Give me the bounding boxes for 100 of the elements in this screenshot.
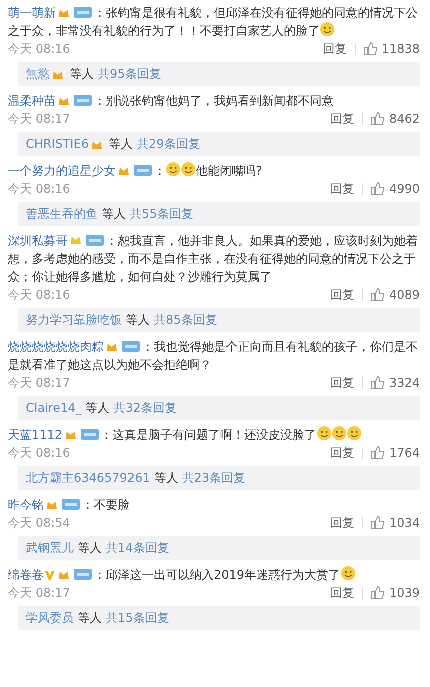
comment-text: 天蓝1112 ：这真是脑子有问题了啊！还没皮没脸了 <box>8 426 420 444</box>
reply-username[interactable]: Claire14_ <box>26 396 82 420</box>
username-link[interactable]: 萌一萌新 <box>8 6 56 20</box>
fan-badge-icon <box>80 429 99 440</box>
vip-icon <box>58 7 70 18</box>
smiley-icon <box>340 566 356 581</box>
comment-text: 昨今铭 ：不要脸 <box>8 497 131 514</box>
verified-icon <box>45 570 55 580</box>
reply-summary-text: 等人 <box>78 540 102 557</box>
thumbs-up-icon[interactable] <box>371 516 386 530</box>
smiley-icon <box>346 426 362 441</box>
reply-thread-bar[interactable]: 北方霸主6346579261 等人 共23条回复 <box>18 466 420 490</box>
like-count: 3324 <box>389 375 420 392</box>
like-count: 4990 <box>389 181 420 198</box>
like-count: 4089 <box>389 287 420 304</box>
comment-text: 温柔种苗 ：别说张钧甯他妈了，我妈看到新闻都不同意 <box>8 93 335 110</box>
vip-icon <box>106 341 118 352</box>
username-link[interactable]: 绵卷卷 <box>8 568 44 582</box>
timestamp: 今天 08:16 <box>8 41 70 58</box>
thumbs-up-icon[interactable] <box>371 586 386 600</box>
reply-link[interactable]: 回复 <box>330 374 354 392</box>
reply-username[interactable]: 武钢罴儿 <box>26 536 74 560</box>
reply-username[interactable]: 善恶生吞的鱼 <box>26 202 98 226</box>
comment-text: 深圳私募哥 ：恕我直言，他并非良人。如果真的爱她，应该时刻为她着想，多考虑她的感受，而不是自作主张，在没有征得她的同意的情况下公之于众；你让她得多尴尬，如何自处？沙雕行为莫属了 <box>8 233 419 286</box>
thumbs-up-icon[interactable] <box>364 42 378 56</box>
reply-link[interactable]: 回复 <box>330 584 354 602</box>
reply-link[interactable]: 回复 <box>322 40 347 58</box>
reply-username[interactable]: 学风委员 <box>26 606 74 630</box>
reply-thread-bar[interactable]: 努力学习靠脸吃饭 等人 共85条回复 <box>18 308 420 332</box>
reply-thread-bar[interactable]: 善恶生吞的鱼 等人 共55条回复 <box>18 202 420 226</box>
fan-badge-icon <box>86 235 104 246</box>
vip-icon <box>64 429 77 440</box>
vip-icon <box>118 165 130 176</box>
comment-text: 绵卷卷 ：邱泽这一出可以纳入2019年迷惑行为大赏了 <box>8 566 420 584</box>
vip-icon <box>46 499 58 510</box>
reply-link[interactable]: 回复 <box>330 110 354 128</box>
comment-text: 一个努力的追星少女 ： 他能闭嘴吗? <box>8 162 264 180</box>
smiley-icon <box>181 162 196 177</box>
reply-count-link[interactable]: 共32条回复 <box>114 396 178 420</box>
reply-thread-bar[interactable]: 武钢罴儿 等人 共14条回复 <box>18 536 420 560</box>
reply-summary-text: 等人 <box>78 610 102 627</box>
reply-thread-bar[interactable]: 無慾 等人 共95条回复 <box>18 62 420 86</box>
like-count: 1039 <box>389 585 420 602</box>
timestamp: 今天 08:16 <box>8 445 70 462</box>
like-count: 1764 <box>389 445 420 462</box>
username-link[interactable]: 烧烧烧烧烧烧肉粽 <box>8 340 104 354</box>
reply-count-link[interactable]: 共29条回复 <box>136 132 200 156</box>
username-link[interactable]: 一个努力的追星少女 <box>8 164 116 178</box>
reply-count-link[interactable]: 共85条回复 <box>154 308 218 332</box>
timestamp: 今天 08:54 <box>8 515 70 532</box>
timestamp: 今天 08:17 <box>8 111 70 128</box>
username-link[interactable]: 昨今铭 <box>8 498 44 512</box>
timestamp: 今天 08:16 <box>8 287 70 304</box>
fan-badge-icon <box>122 341 140 352</box>
reply-link[interactable]: 回复 <box>330 514 354 532</box>
fan-badge-icon <box>134 165 152 176</box>
reply-count-link[interactable]: 共95条回复 <box>98 62 162 86</box>
comment-text: 萌一萌新 ：张钧甯是很有礼貌，但邱泽在没有征得她的同意的情况下公之于众，非常没有礼貌的行为了！！不要打自家艺人的脸了 <box>8 5 419 40</box>
crown-icon <box>70 235 82 246</box>
smiley-icon <box>166 162 181 177</box>
reply-summary-text: 等人 <box>86 400 110 417</box>
reply-summary-text: 等人 <box>154 470 178 487</box>
thumbs-up-icon[interactable] <box>371 182 386 196</box>
fan-badge-icon <box>74 569 92 580</box>
like-count: 11838 <box>382 41 420 58</box>
reply-summary-text: 等人 <box>108 136 133 153</box>
reply-thread-bar[interactable]: 学风委员 等人 共15条回复 <box>18 606 420 630</box>
reply-link[interactable]: 回复 <box>330 444 354 462</box>
reply-link[interactable]: 回复 <box>330 180 354 198</box>
smiley-icon <box>316 426 332 441</box>
thumbs-up-icon[interactable] <box>371 376 386 390</box>
fan-badge-icon <box>62 499 80 510</box>
reply-summary-text: 等人 <box>70 66 94 83</box>
fan-badge-icon <box>74 95 92 106</box>
reply-count-link[interactable]: 共14条回复 <box>106 536 170 560</box>
thumbs-up-icon[interactable] <box>371 288 386 302</box>
reply-link[interactable]: 回复 <box>330 286 354 304</box>
username-link[interactable]: 天蓝1112 <box>8 428 63 442</box>
reply-thread-bar[interactable]: Claire14_ 等人 共32条回复 <box>18 396 420 420</box>
thumbs-up-icon[interactable] <box>371 112 386 126</box>
reply-summary-text: 等人 <box>126 312 150 329</box>
timestamp: 今天 08:17 <box>8 375 70 392</box>
reply-count-link[interactable]: 共55条回复 <box>130 202 194 226</box>
smiley-icon <box>332 426 347 441</box>
reply-count-link[interactable]: 共23条回复 <box>182 466 246 490</box>
thumbs-up-icon[interactable] <box>371 446 386 460</box>
reply-count-link[interactable]: 共15条回复 <box>106 606 170 630</box>
username-link[interactable]: 深圳私募哥 <box>8 234 68 248</box>
like-count: 1034 <box>389 515 420 532</box>
reply-username[interactable]: 無慾 <box>26 62 50 86</box>
timestamp: 今天 08:16 <box>8 181 70 198</box>
reply-username[interactable]: CHRISTIE6 <box>26 132 89 156</box>
timestamp: 今天 08:17 <box>8 585 70 602</box>
reply-username[interactable]: 北方霸主6346579261 <box>26 466 150 490</box>
like-count: 8462 <box>389 111 420 128</box>
fan-badge-icon <box>74 7 92 18</box>
reply-username[interactable]: 努力学习靠脸吃饭 <box>26 308 122 332</box>
reply-thread-bar[interactable]: CHRISTIE6 等人 共29条回复 <box>18 132 420 156</box>
vip-icon <box>58 95 70 106</box>
username-link[interactable]: 温柔种苗 <box>8 94 56 108</box>
